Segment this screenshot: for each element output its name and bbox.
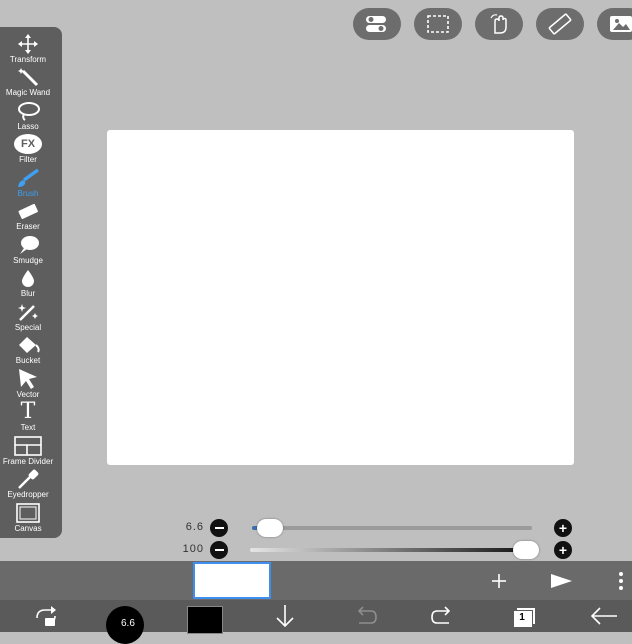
tool-sidebar: Transform Magic Wand Lasso FX Filter Bru… — [0, 27, 62, 538]
size-decrease-button[interactable] — [210, 519, 228, 537]
layers-button[interactable]: 1 — [506, 600, 540, 632]
tool-label: Text — [20, 423, 36, 432]
drop-icon — [22, 270, 34, 287]
arrow-down-icon — [276, 605, 294, 628]
tool-brush[interactable]: Brush — [0, 167, 56, 200]
bucket-icon — [19, 337, 40, 353]
plus-icon — [492, 574, 506, 588]
tool-label: Bucket — [15, 356, 41, 365]
text-icon: T — [20, 399, 36, 424]
minus-icon — [214, 527, 224, 529]
frame-thumbnail[interactable] — [193, 562, 271, 599]
primary-color-swatch — [187, 606, 223, 634]
tool-label: Eraser — [16, 222, 40, 231]
brush-size-button[interactable]: 6.6 — [104, 600, 146, 644]
ruler-icon — [548, 13, 572, 35]
minus-icon — [214, 549, 224, 551]
play-button[interactable] — [546, 568, 576, 594]
opacity-value: 100 — [182, 543, 204, 555]
opacity-decrease-button[interactable] — [210, 541, 228, 559]
opacity-increase-button[interactable]: + — [554, 541, 572, 559]
tool-magic-wand[interactable]: Magic Wand — [0, 66, 56, 99]
toggle-button[interactable] — [353, 8, 401, 40]
hand-button[interactable] — [475, 8, 523, 40]
selection-button[interactable] — [414, 8, 462, 40]
eyedropper-icon — [18, 469, 39, 489]
tool-bucket[interactable]: Bucket — [0, 334, 56, 367]
tool-lasso[interactable]: Lasso — [0, 100, 56, 133]
selection-icon — [427, 15, 449, 33]
brush-size-badge: 6.6 — [121, 618, 135, 629]
swap-arrows-icon — [36, 606, 56, 626]
tool-label: Transform — [9, 55, 47, 64]
tool-label: Filter — [19, 155, 37, 164]
tool-label: Canvas — [14, 524, 42, 533]
ruler-button[interactable] — [536, 8, 584, 40]
tool-vector[interactable]: Vector — [0, 368, 56, 401]
frame-divider-icon — [14, 436, 42, 456]
tool-canvas[interactable]: Canvas — [0, 502, 56, 535]
swap-button[interactable] — [26, 600, 66, 632]
tool-text[interactable]: T Text — [0, 401, 56, 434]
tool-label: Lasso — [17, 122, 39, 131]
tool-label: Magic Wand — [5, 88, 51, 97]
brush-size-indicator: 6.6 — [105, 600, 145, 644]
opacity-slider-row: 100 + — [170, 540, 580, 560]
brush-size-slider-row: 6.6 + — [170, 518, 580, 538]
tool-transform[interactable]: Transform — [0, 33, 56, 66]
cursor-arrow-icon — [19, 369, 37, 389]
tool-blur[interactable]: Blur — [0, 267, 56, 300]
canvas-icon — [16, 503, 40, 523]
color-button[interactable] — [186, 600, 224, 634]
tool-label: Blur — [20, 289, 36, 298]
layer-count: 1 — [519, 612, 525, 623]
tool-eraser[interactable]: Eraser — [0, 200, 56, 233]
more-button[interactable] — [612, 568, 630, 594]
download-button[interactable] — [268, 600, 302, 632]
hand-icon — [490, 14, 507, 34]
brush-size-value: 6.6 — [185, 521, 204, 533]
arrow-left-icon — [590, 607, 617, 625]
tool-special[interactable]: Special — [0, 301, 56, 334]
tool-label: Special — [14, 323, 42, 332]
tool-label: Brush — [17, 189, 39, 198]
size-slider-track[interactable] — [252, 526, 532, 530]
back-button[interactable] — [586, 600, 622, 632]
layers-icon: 1 — [510, 603, 536, 629]
bottom-toolbar: 6.6 1 — [0, 600, 632, 644]
image-icon — [610, 16, 632, 32]
plus-icon: + — [558, 520, 568, 536]
undo-button[interactable] — [348, 600, 382, 632]
opacity-slider-track[interactable] — [250, 548, 530, 552]
redo-button[interactable] — [426, 600, 460, 632]
tool-label: Smudge — [13, 256, 43, 265]
tool-eyedropper[interactable]: Eyedropper — [0, 468, 56, 501]
smudge-icon — [20, 236, 39, 254]
reference-image-button[interactable] — [597, 8, 632, 40]
frame-bar — [0, 561, 632, 600]
tool-smudge[interactable]: Smudge — [0, 234, 56, 267]
tool-frame-divider[interactable]: Frame Divider — [0, 435, 56, 468]
undo-icon — [357, 606, 377, 624]
size-increase-button[interactable]: + — [554, 519, 572, 537]
drawing-canvas[interactable] — [107, 130, 574, 465]
move-arrows-icon — [18, 34, 38, 54]
add-frame-button[interactable] — [486, 568, 512, 594]
redo-icon — [431, 606, 451, 624]
magic-wand-icon — [18, 68, 39, 87]
eraser-icon — [18, 203, 38, 220]
opacity-slider-thumb[interactable] — [513, 541, 539, 559]
brush-icon — [18, 168, 40, 187]
play-icon — [551, 574, 572, 588]
lasso-icon — [18, 102, 40, 121]
tool-label: Frame Divider — [2, 457, 54, 466]
sparkle-brush-icon — [18, 304, 38, 321]
fx-icon: FX — [14, 134, 42, 154]
plus-icon: + — [558, 542, 568, 558]
tool-label: Eyedropper — [7, 490, 49, 499]
tool-filter[interactable]: FX Filter — [0, 133, 56, 166]
toggle-switch-icon — [366, 16, 386, 32]
more-vertical-icon — [619, 572, 623, 590]
size-slider-thumb[interactable] — [257, 519, 283, 537]
